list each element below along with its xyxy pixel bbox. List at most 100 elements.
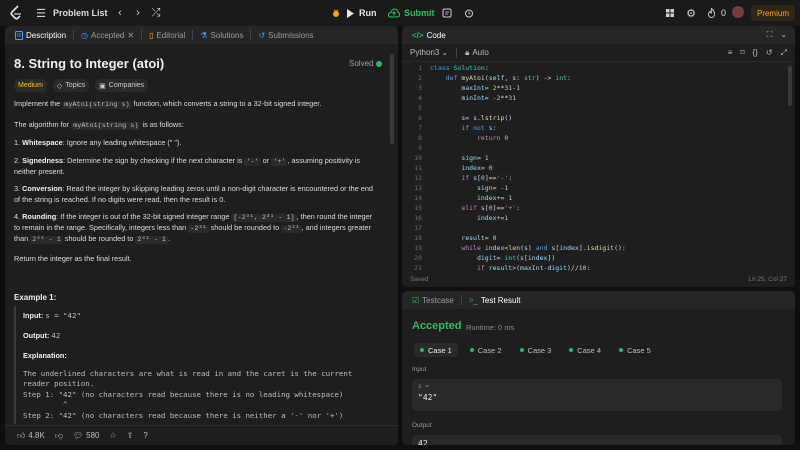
runtime-label: Runtime: 0 ms [466, 323, 515, 332]
code-scrollbar[interactable] [788, 66, 792, 106]
code-brackets-icon: </> [412, 30, 424, 40]
code-line-14: index+= 1 [476, 194, 513, 202]
tab-editorial-label: Editorial [156, 30, 186, 40]
companies-tag[interactable]: ▣ Companies [95, 79, 149, 92]
fire-streak-icon[interactable] [703, 5, 719, 21]
play-icon [347, 8, 354, 18]
bookmark-icon[interactable]: ⌑ [740, 48, 744, 58]
book-icon: ▯ [149, 30, 154, 40]
share-icon[interactable]: ⇪ [127, 431, 134, 440]
code-editor[interactable]: 1 2 3 4 5 6 7 8 9 10 11 12 13 14 15 16 1… [402, 64, 795, 272]
auto-mode-toggle[interactable]: 🔒︎ Auto [465, 48, 489, 58]
history-icon: ◷ [81, 30, 88, 40]
page-title: 8. String to Integer (atoi) [14, 56, 165, 71]
layout-grid-icon[interactable] [662, 5, 678, 21]
code-line-19: while index<len(s) and s[index].isdigit(… [461, 244, 626, 252]
close-tab-icon[interactable]: ✕ [127, 31, 134, 40]
flask-icon: ⚗ [200, 30, 208, 40]
return-paragraph: Return the integer as the final result. [14, 254, 132, 263]
code-line-11: index= 0 [461, 164, 493, 172]
output-label: Output [412, 422, 432, 429]
pass-dot-icon [469, 348, 474, 352]
avatar[interactable] [732, 6, 744, 18]
reset-icon[interactable]: ↺ [766, 48, 773, 58]
settings-gear-icon[interactable]: ⚙ [683, 5, 699, 21]
description-scrollbar[interactable] [390, 54, 394, 144]
tab-test-result-label: Test Result [480, 295, 521, 305]
problem-list-nav[interactable]: ☰ Problem List [33, 0, 107, 26]
thumbs-down-icon[interactable]: 👎︎ [55, 431, 63, 441]
tab-editorial[interactable]: ▯ Editorial [145, 31, 189, 40]
case-tab-1[interactable]: Case 1 [414, 343, 458, 357]
case-tab-4[interactable]: Case 4 [563, 343, 607, 357]
bookmark-star-icon[interactable]: ☆ [109, 431, 116, 440]
shuffle-icon[interactable]: ⤮ [148, 5, 164, 21]
code-toolbar: Python3 ⌄ 🔒︎ Auto ≡ ⌑ {} ↺ ⤢ [402, 44, 795, 62]
leetcode-logo-icon[interactable] [9, 5, 23, 21]
help-icon[interactable]: ? [143, 431, 147, 440]
prev-problem-icon[interactable]: ‹ [112, 5, 128, 21]
result-panel: ☑ Testcase >_ Test Result Accepted Runti… [402, 291, 795, 445]
tab-testcase[interactable]: ☑ Testcase [408, 296, 458, 305]
case-tab-5[interactable]: Case 5 [613, 343, 657, 357]
solved-badge: Solved [349, 59, 383, 68]
description-panel: Description ◷ Accepted ✕ ▯ Editorial ⚗ S… [5, 26, 398, 445]
chevron-down-icon: ⌄ [441, 48, 449, 57]
like-button[interactable]: 👍︎ 4.8K [17, 431, 45, 441]
language-select[interactable]: Python3 ⌄ [410, 48, 448, 57]
run-button[interactable]: Run [346, 5, 377, 21]
pass-dot-icon [619, 348, 624, 352]
tab-test-result[interactable]: >_ Test Result [465, 296, 525, 305]
code-line-13: sign= -1 [476, 184, 509, 192]
code-line-12: if s[0]=='-': [461, 174, 513, 182]
comments-button[interactable]: 💬︎ 580 [73, 431, 100, 440]
pass-dot-icon [569, 348, 574, 352]
collapse-icon[interactable]: ⌄ [780, 30, 787, 40]
code-statusbar: Saved Ln 25, Col 27 [402, 271, 795, 287]
code-line-20: digit= int(s[index]) [476, 254, 556, 262]
maximize-icon[interactable]: ⛶ [767, 30, 773, 40]
tab-testcase-label: Testcase [422, 295, 454, 305]
expand-icon[interactable]: ⤢ [781, 48, 787, 58]
code-line-1: class Solution: [430, 64, 489, 72]
notes-icon[interactable] [439, 5, 455, 21]
step-4: 4. Rounding: If the integer is out of th… [14, 212, 373, 245]
tab-accepted[interactable]: ◷ Accepted ✕ [77, 31, 138, 40]
tag-icon: ◇ [56, 82, 63, 90]
top-nav: ☰ Problem List ‹ › ⤮ Run Submit ⚙ 0 Prem… [0, 0, 800, 26]
tab-accepted-label: Accepted [91, 30, 125, 40]
code-line-2: def myAtoi(self, s: str) -> int: [445, 74, 571, 82]
step-3: 3. Conversion: Read the integer by skipp… [14, 184, 373, 204]
code-line-7: if not s: [461, 124, 497, 132]
cursor-position: Ln 25, Col 27 [748, 275, 787, 283]
tab-solutions[interactable]: ⚗ Solutions [196, 31, 247, 40]
premium-button[interactable]: Premium [751, 5, 795, 21]
submit-button[interactable]: Submit [388, 5, 435, 21]
format-icon[interactable]: ≡ [728, 48, 733, 58]
case-tab-3[interactable]: Case 3 [514, 343, 558, 357]
result-status: Accepted [412, 320, 462, 332]
code-line-16: index+=1 [476, 214, 509, 222]
difficulty-badge[interactable]: Medium [14, 79, 47, 92]
next-problem-icon[interactable]: › [130, 5, 146, 21]
tab-submissions[interactable]: ↺ Submissions [254, 31, 317, 40]
debug-icon[interactable] [328, 5, 344, 21]
input-label: Input [412, 366, 427, 373]
tab-solutions-label: Solutions [210, 30, 244, 40]
code-line-18: result= 0 [461, 234, 497, 242]
pass-dot-icon [519, 348, 524, 352]
run-label: Run [359, 8, 377, 18]
case-tab-2[interactable]: Case 2 [464, 343, 508, 357]
code-line-6: s= s.lstrip() [461, 114, 513, 122]
topics-tag[interactable]: ◇ Topics [52, 79, 90, 92]
braces-icon[interactable]: {} [753, 48, 758, 58]
submit-label: Submit [404, 8, 435, 18]
result-tabbar: ☑ Testcase >_ Test Result [402, 291, 795, 309]
tab-description[interactable]: Description [11, 30, 70, 40]
algo-paragraph: The algorithm for myAtoi(string s) is as… [14, 120, 184, 130]
alarm-clock-icon[interactable] [461, 5, 477, 21]
tab-code[interactable]: </> Code [408, 31, 450, 40]
code-line-4: minInt= -2**31 [461, 94, 517, 102]
output-value-box: 42 [412, 435, 782, 445]
example-explanation-label: Explanation: [23, 351, 67, 360]
